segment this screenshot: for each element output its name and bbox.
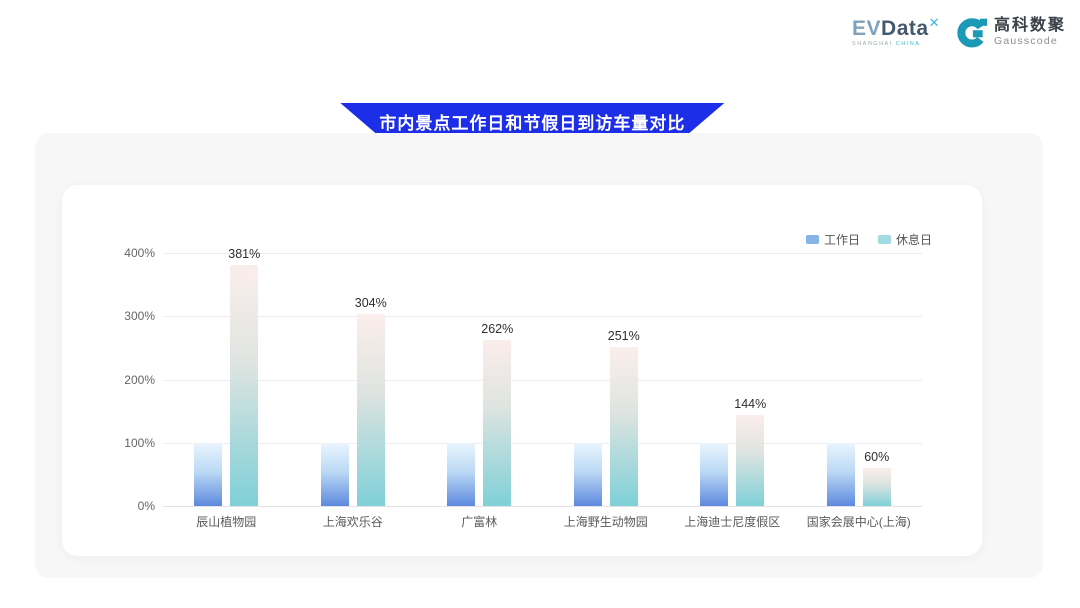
gausscode-logo: 高科数聚 Gausscode xyxy=(956,16,1066,48)
evdata-logo-subtext: SHANGHAI CHINA xyxy=(852,42,920,48)
evdata-logo-ev: EV xyxy=(852,17,881,40)
chart-card: 工作日 休息日 0% 100% 200% 300% 400% 381% 辰山植物园 304% 上海… xyxy=(62,185,982,556)
evdata-logo: EVData✕ SHANGHAI CHINA xyxy=(852,16,940,48)
x-axis-category-label: 上海野生动物园 xyxy=(541,513,671,530)
y-axis-tick-label: 0% xyxy=(95,499,155,513)
bar-value-label: 144% xyxy=(715,397,785,411)
gridline-0% xyxy=(163,506,922,507)
gridline-100% xyxy=(163,443,922,444)
bar-value-label: 262% xyxy=(462,322,532,336)
bar-restday[interactable] xyxy=(357,314,385,506)
evdata-logo-subtext-right: CHINA xyxy=(896,41,921,47)
evdata-logo-text: EVData✕ xyxy=(852,16,940,39)
x-axis-category-label: 广富林 xyxy=(414,513,544,530)
bar-value-label: 60% xyxy=(842,450,912,464)
x-axis-category-label: 上海迪士尼度假区 xyxy=(667,513,797,530)
gausscode-logo-cn: 高科数聚 xyxy=(994,17,1066,35)
legend-label: 休息日 xyxy=(896,231,932,248)
y-axis-tick-label: 100% xyxy=(95,436,155,450)
x-axis-category-label: 国家会展中心(上海) xyxy=(794,513,924,530)
y-axis-tick-label: 200% xyxy=(95,373,155,387)
evdata-logo-subtext-left: SHANGHAI xyxy=(852,41,896,47)
bar-restday[interactable] xyxy=(610,347,638,506)
bar-workday[interactable] xyxy=(194,443,222,506)
legend-swatch-icon xyxy=(878,235,891,244)
bar-value-label: 381% xyxy=(209,247,279,261)
chart-legend: 工作日 休息日 xyxy=(806,231,932,248)
bar-workday[interactable] xyxy=(447,443,475,506)
bar-value-label: 304% xyxy=(336,296,406,310)
gausscode-g-icon xyxy=(956,16,988,48)
gausscode-logo-en: Gausscode xyxy=(994,35,1066,47)
header-logos: EVData✕ SHANGHAI CHINA 高科数聚 Gausscode xyxy=(852,16,1066,48)
bar-restday[interactable] xyxy=(863,468,891,506)
legend-label: 工作日 xyxy=(824,231,860,248)
evdata-logo-x-icon: ✕ xyxy=(929,15,940,30)
bar-workday[interactable] xyxy=(700,443,728,506)
bar-workday[interactable] xyxy=(321,443,349,506)
evdata-logo-data: Data xyxy=(881,17,929,40)
x-axis-category-label: 辰山植物园 xyxy=(161,513,291,530)
bar-restday[interactable] xyxy=(736,415,764,506)
page: EVData✕ SHANGHAI CHINA 高科数聚 Gausscode 市内… xyxy=(0,0,1080,608)
bar-workday[interactable] xyxy=(574,443,602,506)
bar-restday[interactable] xyxy=(230,265,258,506)
x-axis-category-label: 上海欢乐谷 xyxy=(288,513,418,530)
bar-value-label: 251% xyxy=(589,329,659,343)
legend-item-restday[interactable]: 休息日 xyxy=(878,231,932,248)
legend-swatch-icon xyxy=(806,235,819,244)
gausscode-logo-text: 高科数聚 Gausscode xyxy=(994,17,1066,47)
legend-item-workday[interactable]: 工作日 xyxy=(806,231,860,248)
gridline-200% xyxy=(163,380,922,381)
bar-restday[interactable] xyxy=(483,340,511,506)
gridline-300% xyxy=(163,316,922,317)
page-title: 市内景点工作日和节假日到访车量对比 xyxy=(379,109,685,134)
y-axis-tick-label: 300% xyxy=(95,309,155,323)
y-axis-tick-label: 400% xyxy=(95,246,155,260)
